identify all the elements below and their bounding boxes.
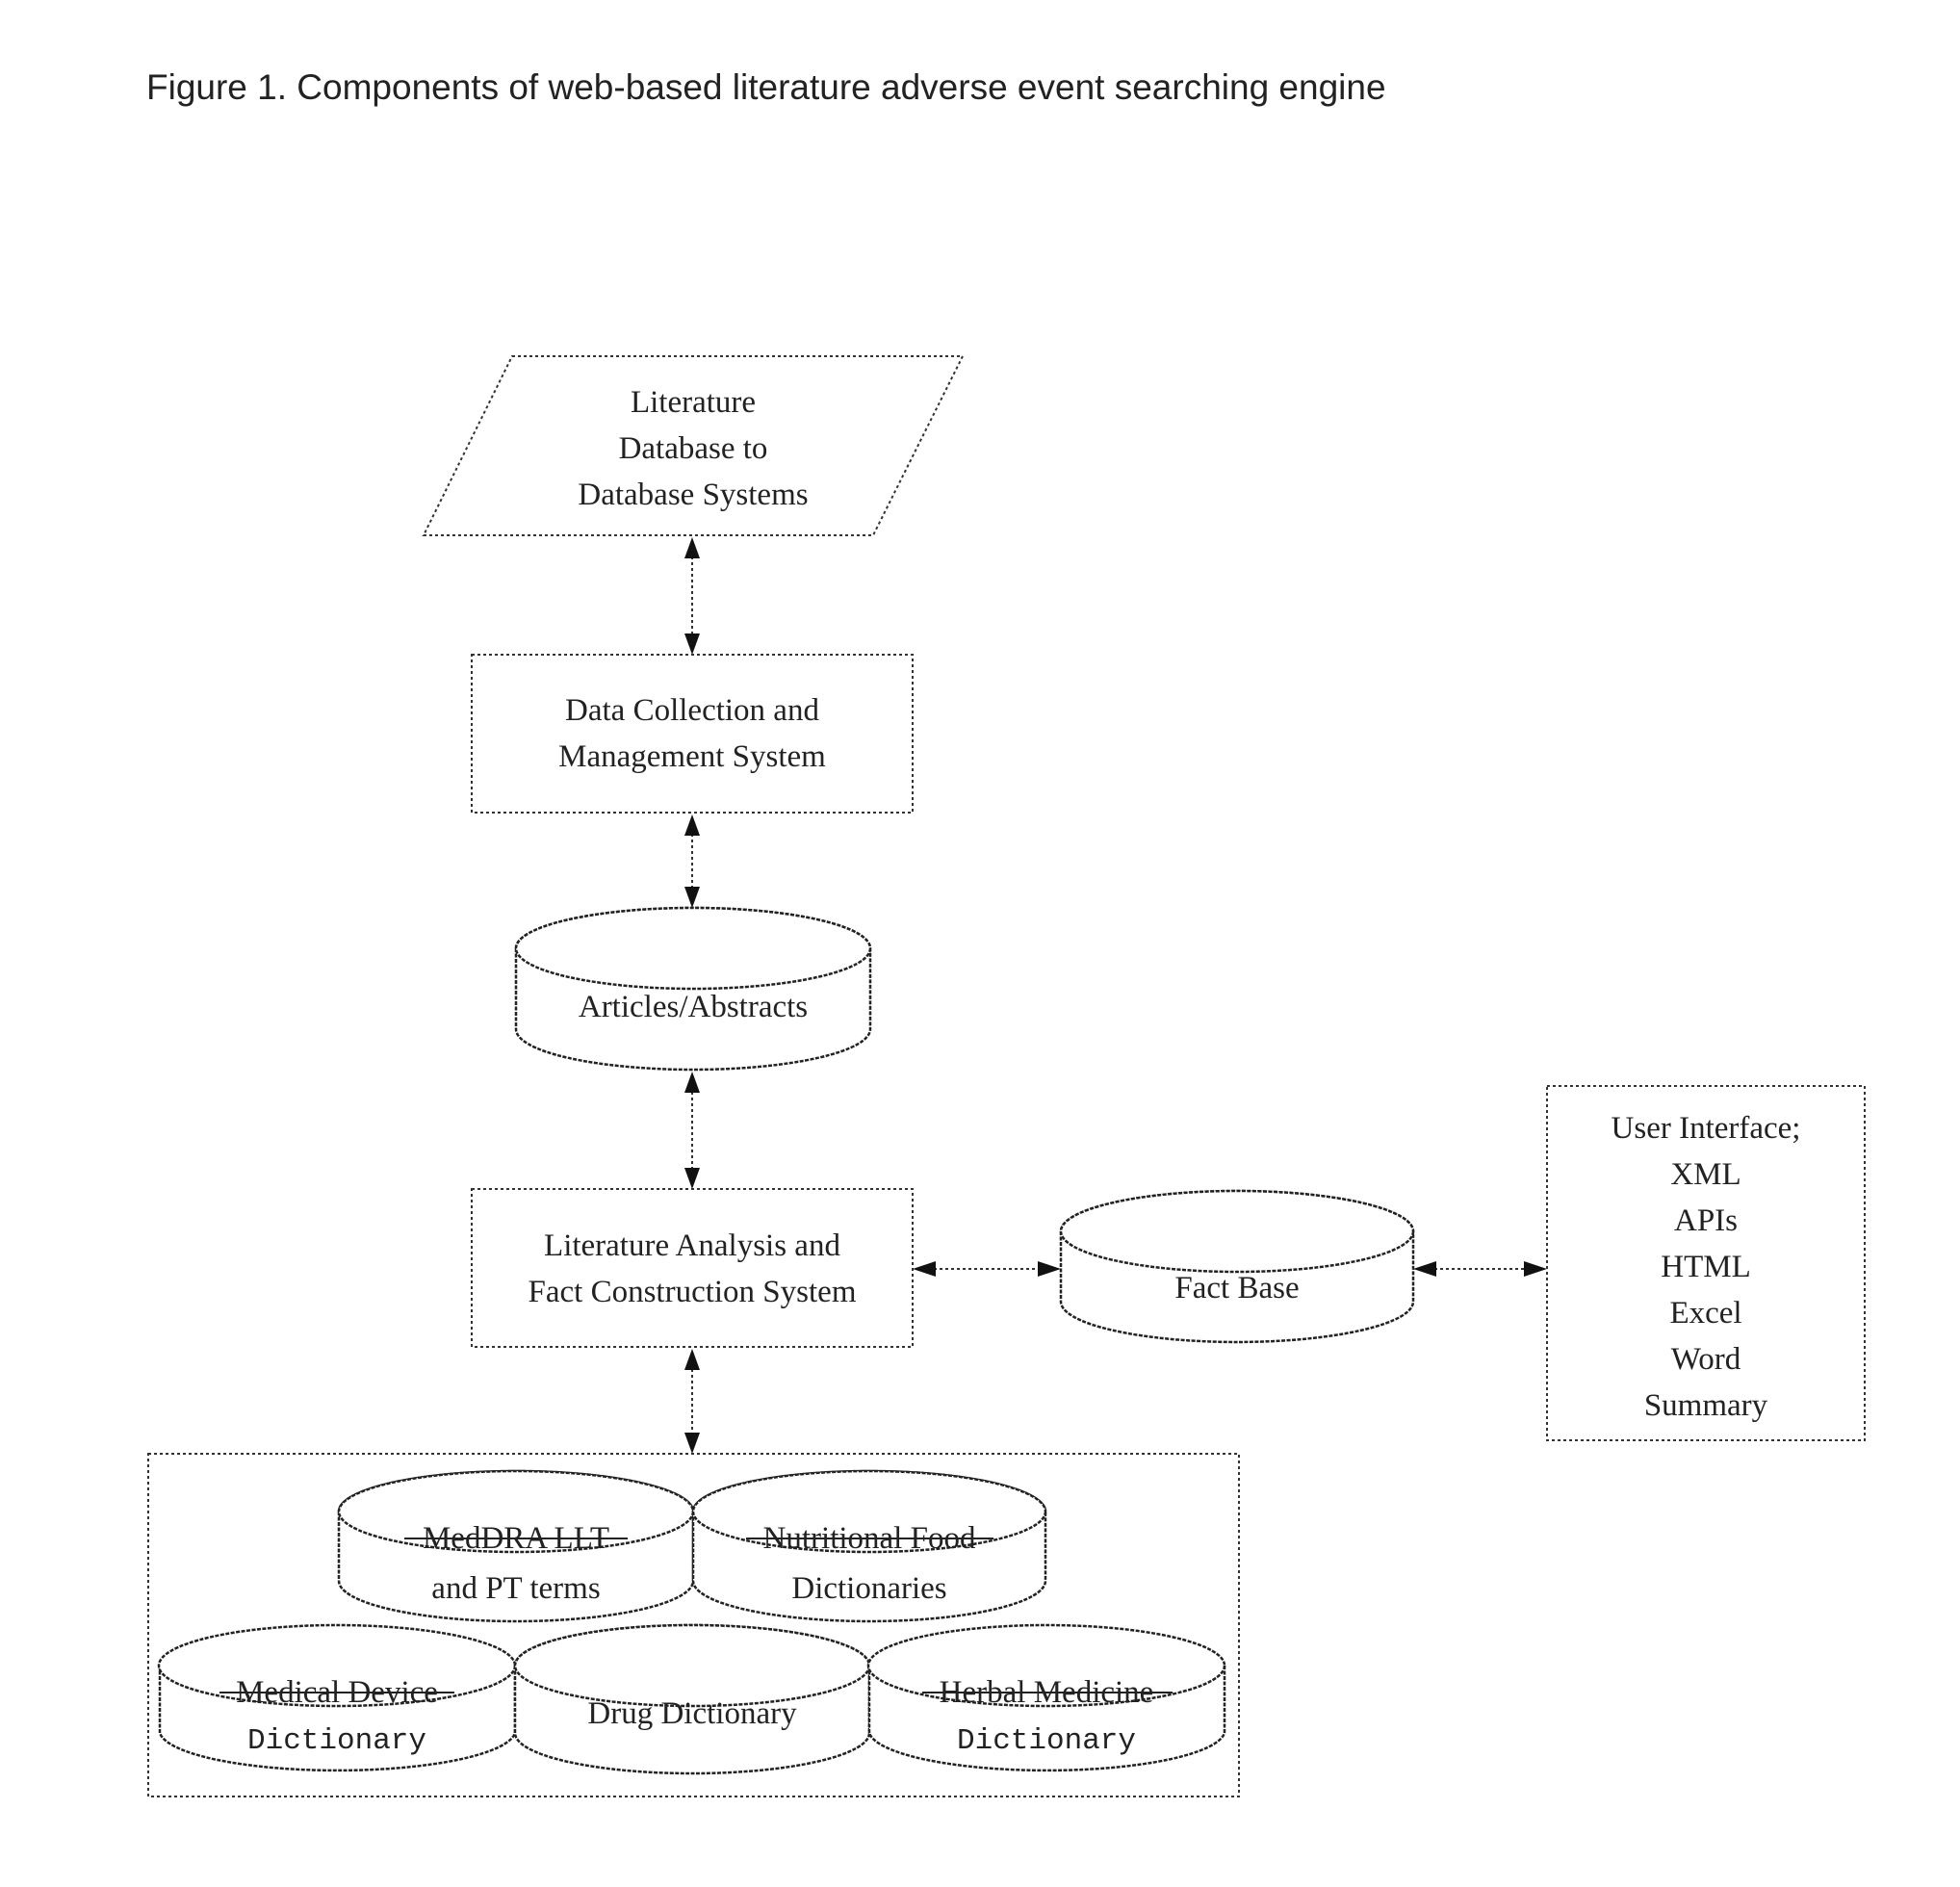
- node-dictionaries: MedDRA LLT and PT terms Nutritional Food…: [147, 1453, 1240, 1797]
- node-label-line: Literature Analysis and: [544, 1228, 840, 1263]
- ui-line: XML: [1670, 1157, 1741, 1192]
- ui-line: User Interface;: [1612, 1111, 1801, 1146]
- node-label-line: Articles/Abstracts: [579, 990, 808, 1024]
- dictionary-label: Dictionary: [957, 1724, 1136, 1758]
- cylinder-top: [1059, 1189, 1415, 1274]
- arrowhead-right-icon: [1038, 1261, 1061, 1277]
- dictionary-label: Dictionary: [247, 1724, 426, 1758]
- node-label-line: Fact Construction System: [529, 1275, 857, 1309]
- node-data-collection: Data Collection and Management System: [471, 654, 914, 814]
- connector-datacollection-articles: [684, 814, 700, 908]
- arrowhead-left-icon: [1413, 1261, 1436, 1277]
- ui-line: Word: [1671, 1342, 1741, 1377]
- dictionary-label: and PT terms: [431, 1571, 600, 1606]
- connector-analysis-dictionaries: [684, 1349, 700, 1454]
- connector-litdb-datacollection: [684, 537, 700, 655]
- dictionary-medical-device: Medical Device Dictionary: [157, 1623, 517, 1772]
- dictionary-drug: Drug Dictionary: [513, 1623, 871, 1775]
- node-label-line: Literature: [631, 385, 756, 420]
- node-fact-base: Fact Base: [1059, 1189, 1415, 1344]
- node-literature-database: Literature Database to Database Systems: [422, 355, 965, 536]
- node-label-line: Data Collection and: [565, 693, 819, 728]
- arrowhead-down-icon: [684, 887, 700, 908]
- node-label-line: Database Systems: [578, 478, 808, 512]
- node-label-line: Management System: [558, 739, 826, 774]
- node-label-line: Database to: [619, 431, 768, 466]
- arrowhead-up-icon: [684, 1072, 700, 1093]
- arrowhead-down-icon: [684, 633, 700, 655]
- connector-articles-analysis: [684, 1072, 700, 1189]
- arrowhead-left-icon: [913, 1261, 936, 1277]
- dictionary-meddra: MedDRA LLT and PT terms: [337, 1469, 695, 1623]
- arrowhead-right-icon: [1524, 1261, 1547, 1277]
- arrowhead-down-icon: [684, 1168, 700, 1189]
- ui-line: Excel: [1669, 1296, 1741, 1331]
- arrowhead-up-icon: [684, 1349, 700, 1370]
- node-literature-analysis: Literature Analysis and Fact Constructio…: [471, 1188, 914, 1348]
- dictionary-nutritional-food: Nutritional Food Dictionaries: [691, 1469, 1047, 1623]
- node-articles: Articles/Abstracts: [514, 906, 872, 1072]
- rectangle-shape: [471, 1188, 914, 1348]
- rectangle-shape: [471, 654, 914, 814]
- arrowhead-down-icon: [684, 1433, 700, 1454]
- ui-line: Summary: [1644, 1388, 1768, 1423]
- cylinder-top: [513, 1623, 871, 1708]
- dictionary-label: Drug Dictionary: [587, 1696, 797, 1731]
- ui-line: HTML: [1661, 1250, 1751, 1284]
- ui-line: APIs: [1674, 1203, 1738, 1238]
- node-label-line: Fact Base: [1174, 1271, 1299, 1305]
- arrowhead-up-icon: [684, 814, 700, 836]
- dictionary-herbal-medicine: Herbal Medicine Dictionary: [866, 1623, 1226, 1772]
- connector-factbase-ui: [1413, 1261, 1547, 1277]
- cylinder-top: [514, 906, 872, 991]
- arrowhead-up-icon: [684, 537, 700, 558]
- diagram-canvas: Literature Database to Database Systems …: [147, 355, 1866, 1797]
- dictionary-label: Dictionaries: [791, 1571, 946, 1606]
- node-user-interface: User Interface; XML APIs HTML Excel Word…: [1546, 1085, 1866, 1441]
- connector-analysis-factbase: [913, 1261, 1061, 1277]
